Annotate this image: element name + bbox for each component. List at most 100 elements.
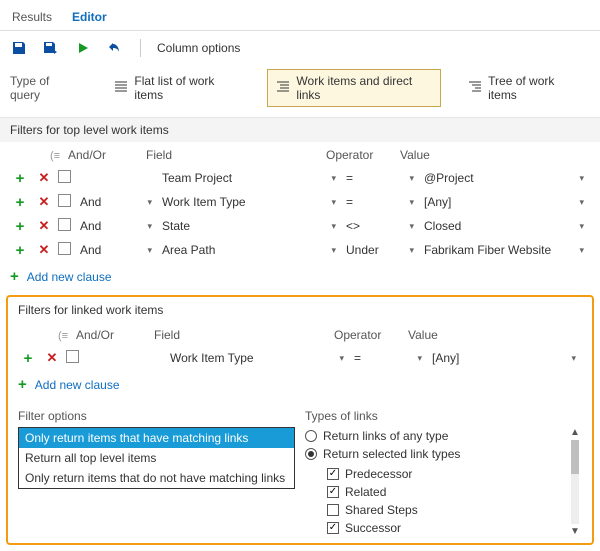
field-cell[interactable]: State▾ (162, 219, 342, 233)
filter-row: +✕ Team Project▾ =▾ @Project▾ (10, 166, 590, 190)
value-cell[interactable]: [Any]▾ (424, 195, 590, 209)
row-checkbox[interactable] (58, 218, 71, 231)
chevron-down-icon: ▾ (579, 173, 584, 184)
operator-cell[interactable]: =▾ (346, 195, 420, 209)
query-type-direct-links[interactable]: Work items and direct links (267, 69, 441, 107)
list-item[interactable]: Return all top level items (19, 448, 294, 468)
add-row-icon[interactable]: + (10, 242, 30, 259)
link-type-check[interactable]: Shared Steps (327, 501, 564, 519)
radio-icon (305, 430, 317, 442)
chevron-down-icon: ▾ (147, 245, 152, 256)
andor-cell[interactable]: And▾ (80, 195, 158, 209)
delete-row-icon[interactable]: ✕ (34, 242, 54, 258)
undo-icon[interactable] (106, 39, 124, 57)
chevron-down-icon: ▾ (331, 197, 336, 208)
checkbox-icon (327, 468, 339, 480)
filter-row: +✕ Work Item Type▾ =▾ [Any]▾ (18, 346, 582, 370)
delete-row-icon[interactable]: ✕ (34, 194, 54, 210)
chevron-down-icon: ▾ (409, 197, 414, 208)
radio-label: Return selected link types (323, 447, 460, 461)
group-icon: (≡ (58, 330, 68, 342)
field-cell[interactable]: Work Item Type▾ (170, 351, 350, 365)
filter-options-listbox[interactable]: Only return items that have matching lin… (18, 427, 295, 489)
link-type-check[interactable]: Predecessor (327, 465, 564, 483)
andor-cell[interactable]: And▾ (80, 219, 158, 233)
delete-row-icon[interactable]: ✕ (34, 170, 54, 186)
chevron-down-icon: ▾ (579, 197, 584, 208)
flat-list-icon (114, 81, 128, 96)
query-type-label: Type of query (10, 74, 79, 102)
value-cell[interactable]: Fabrikam Fiber Website▾ (424, 243, 590, 257)
field-cell[interactable]: Team Project▾ (162, 171, 342, 185)
operator-cell[interactable]: =▾ (346, 171, 420, 185)
chevron-down-icon: ▾ (409, 245, 414, 256)
column-options-button[interactable]: Column options (157, 41, 240, 55)
row-checkbox[interactable] (58, 242, 71, 255)
list-item[interactable]: Only return items that do not have match… (19, 468, 294, 488)
operator-cell[interactable]: Under▾ (346, 243, 420, 257)
link-type-check[interactable]: Successor (327, 519, 564, 537)
chevron-down-icon: ▾ (579, 221, 584, 232)
types-of-links-title: Types of links (305, 409, 582, 423)
scroll-thumb[interactable] (571, 440, 579, 474)
col-field: Field (154, 328, 334, 342)
row-checkbox[interactable] (58, 194, 71, 207)
delete-row-icon[interactable]: ✕ (34, 218, 54, 234)
list-item[interactable]: Only return items that have matching lin… (19, 428, 294, 448)
operator-cell[interactable]: <>▾ (346, 219, 420, 233)
scroll-up-icon[interactable]: ▲ (570, 427, 580, 438)
chevron-down-icon: ▾ (339, 353, 344, 364)
scrollbar[interactable]: ▲ ▼ (568, 427, 582, 537)
scroll-down-icon[interactable]: ▼ (570, 526, 580, 537)
row-checkbox[interactable] (58, 170, 71, 183)
operator-cell[interactable]: =▾ (354, 351, 428, 365)
chevron-down-icon: ▾ (571, 353, 576, 364)
save-icon[interactable] (10, 39, 28, 57)
tab-results[interactable]: Results (10, 6, 54, 30)
query-type-tree-label: Tree of work items (488, 74, 581, 102)
add-clause-icon[interactable]: + (10, 268, 19, 285)
add-row-icon[interactable]: + (10, 194, 30, 211)
col-field: Field (146, 148, 326, 162)
value-cell[interactable]: @Project▾ (424, 171, 590, 185)
andor-cell[interactable]: And▾ (80, 243, 158, 257)
direct-links-icon (276, 81, 290, 96)
checkbox-label: Predecessor (345, 467, 412, 481)
row-checkbox[interactable] (66, 350, 79, 363)
field-cell[interactable]: Area Path▾ (162, 243, 342, 257)
checkbox-icon (327, 504, 339, 516)
run-icon[interactable] (74, 39, 92, 57)
chevron-down-icon: ▾ (417, 353, 422, 364)
chevron-down-icon: ▾ (409, 173, 414, 184)
field-cell[interactable]: Work Item Type▾ (162, 195, 342, 209)
tab-editor[interactable]: Editor (70, 6, 109, 30)
query-type-flat[interactable]: Flat list of work items (105, 69, 249, 107)
chevron-down-icon: ▾ (147, 197, 152, 208)
value-cell[interactable]: Closed▾ (424, 219, 590, 233)
delete-row-icon[interactable]: ✕ (42, 350, 62, 366)
checkbox-label: Successor (345, 521, 401, 535)
query-type-tree[interactable]: Tree of work items (459, 69, 590, 107)
col-andor: And/Or (68, 148, 146, 162)
linked-filters-header: Filters for linked work items (8, 297, 592, 322)
chevron-down-icon: ▾ (331, 245, 336, 256)
col-value: Value (400, 148, 590, 162)
radio-selected-types[interactable]: Return selected link types (305, 445, 564, 463)
filter-options-title: Filter options (18, 409, 295, 423)
add-row-icon[interactable]: + (18, 350, 38, 367)
link-type-check[interactable]: Related (327, 483, 564, 501)
add-row-icon[interactable]: + (10, 218, 30, 235)
toolbar-separator (140, 39, 141, 57)
linked-items-highlight: Filters for linked work items (≡ And/Or … (6, 295, 594, 545)
filter-row: +✕ And▾ Area Path▾ Under▾ Fabrikam Fiber Web… (10, 238, 590, 262)
add-clause-link[interactable]: Add new clause (27, 270, 112, 284)
group-icon: (≡ (50, 150, 60, 162)
add-clause-link[interactable]: Add new clause (35, 378, 120, 392)
col-operator: Operator (326, 148, 400, 162)
save-as-icon[interactable] (42, 39, 60, 57)
filter-row: +✕ And▾ Work Item Type▾ =▾ [Any]▾ (10, 190, 590, 214)
add-clause-icon[interactable]: + (18, 376, 27, 393)
radio-any-type[interactable]: Return links of any type (305, 427, 564, 445)
add-row-icon[interactable]: + (10, 170, 30, 187)
value-cell[interactable]: [Any]▾ (432, 351, 582, 365)
